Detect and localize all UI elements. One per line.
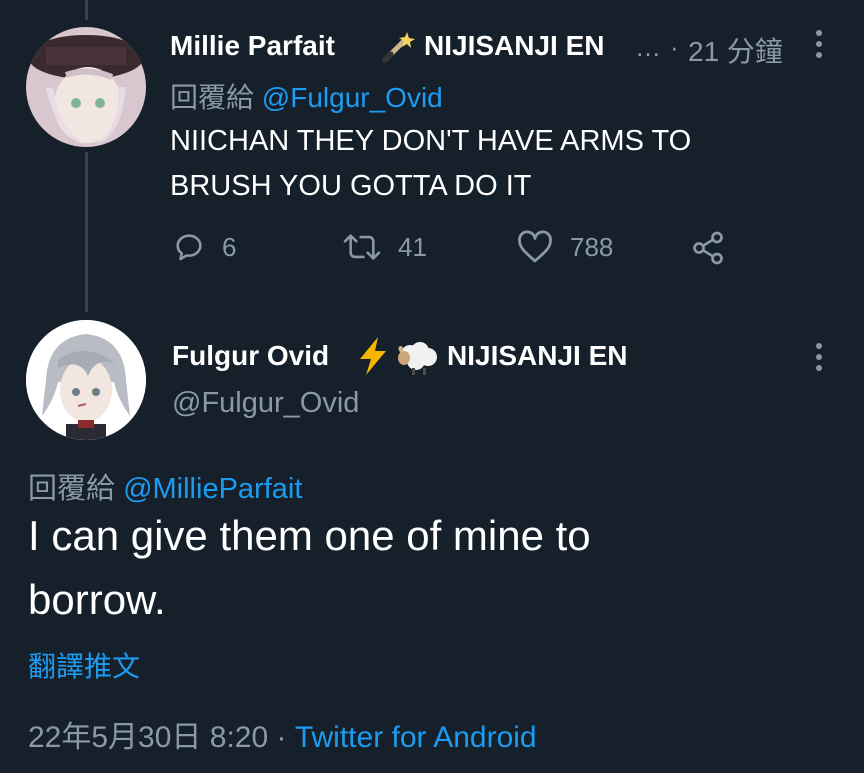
- reply-to-label: 回覆給: [170, 82, 255, 113]
- magic-wand-icon: [381, 30, 415, 69]
- like-icon: [518, 230, 552, 263]
- millie-badge-text: NIJISANJI EN: [424, 30, 605, 61]
- meta-separator: ·: [276, 721, 287, 754]
- retweet-count: 41: [398, 231, 427, 262]
- more-icon[interactable]: [816, 30, 822, 58]
- reply-icon: [176, 234, 202, 261]
- reply-text-line-1: NIICHAN THEY DON'T HAVE ARMS TO: [170, 125, 692, 157]
- retweet-button[interactable]: 41: [342, 230, 427, 264]
- tweet-source-link[interactable]: Twitter for Android: [295, 721, 537, 754]
- main-reply-to-line: 回覆給 @MillieParfait: [28, 465, 302, 507]
- fulgur-name-text: Fulgur Ovid: [172, 340, 330, 371]
- main-reply-to-handle-link[interactable]: @MillieParfait: [123, 473, 302, 505]
- thread-line-connector: [85, 152, 88, 312]
- tweet-time[interactable]: 21 分鐘: [688, 30, 783, 70]
- sheep-icon: [396, 340, 440, 381]
- thread-line-top: [85, 0, 88, 20]
- fulgur-handle[interactable]: @Fulgur_Ovid: [172, 387, 359, 420]
- reply-to-handle-link[interactable]: @Fulgur_Ovid: [262, 82, 443, 113]
- main-reply-to-label: 回覆給: [28, 473, 116, 505]
- reply-to-line: 回覆給 @Fulgur_Ovid: [170, 76, 443, 116]
- millie-name-ellipsis: …: [635, 32, 661, 62]
- main-text-line-1: I can give them one of mine to: [28, 512, 591, 559]
- share-button[interactable]: [690, 230, 726, 266]
- retweet-icon: [343, 234, 381, 260]
- reply-count: 6: [222, 231, 237, 262]
- millie-name-text: Millie Parfait: [170, 30, 335, 61]
- fulgur-badge-text: NIJISANJI EN: [447, 340, 628, 371]
- reply-text-line-2: BRUSH YOU GOTTA DO IT: [170, 170, 532, 202]
- lightning-icon: [358, 337, 388, 380]
- share-icon: [693, 231, 723, 265]
- like-count: 788: [570, 231, 614, 262]
- time-separator: ·: [670, 32, 679, 62]
- fulgur-display-name[interactable]: Fulgur Ovid: [172, 340, 329, 372]
- millie-display-name[interactable]: Millie Parfait: [170, 30, 335, 62]
- more-icon[interactable]: [816, 343, 822, 371]
- tweet-meta-line: 22年5月30日 8:20 · Twitter for Android: [28, 712, 537, 756]
- tweet-timestamp[interactable]: 22年5月30日 8:20: [28, 721, 268, 754]
- reply-button[interactable]: 6: [172, 230, 236, 264]
- fulgur-avatar[interactable]: [26, 320, 146, 440]
- millie-avatar[interactable]: [26, 27, 146, 147]
- main-text-line-2: borrow.: [28, 576, 166, 623]
- translate-tweet-link[interactable]: 翻譯推文: [28, 645, 140, 685]
- like-button[interactable]: 788: [516, 230, 613, 264]
